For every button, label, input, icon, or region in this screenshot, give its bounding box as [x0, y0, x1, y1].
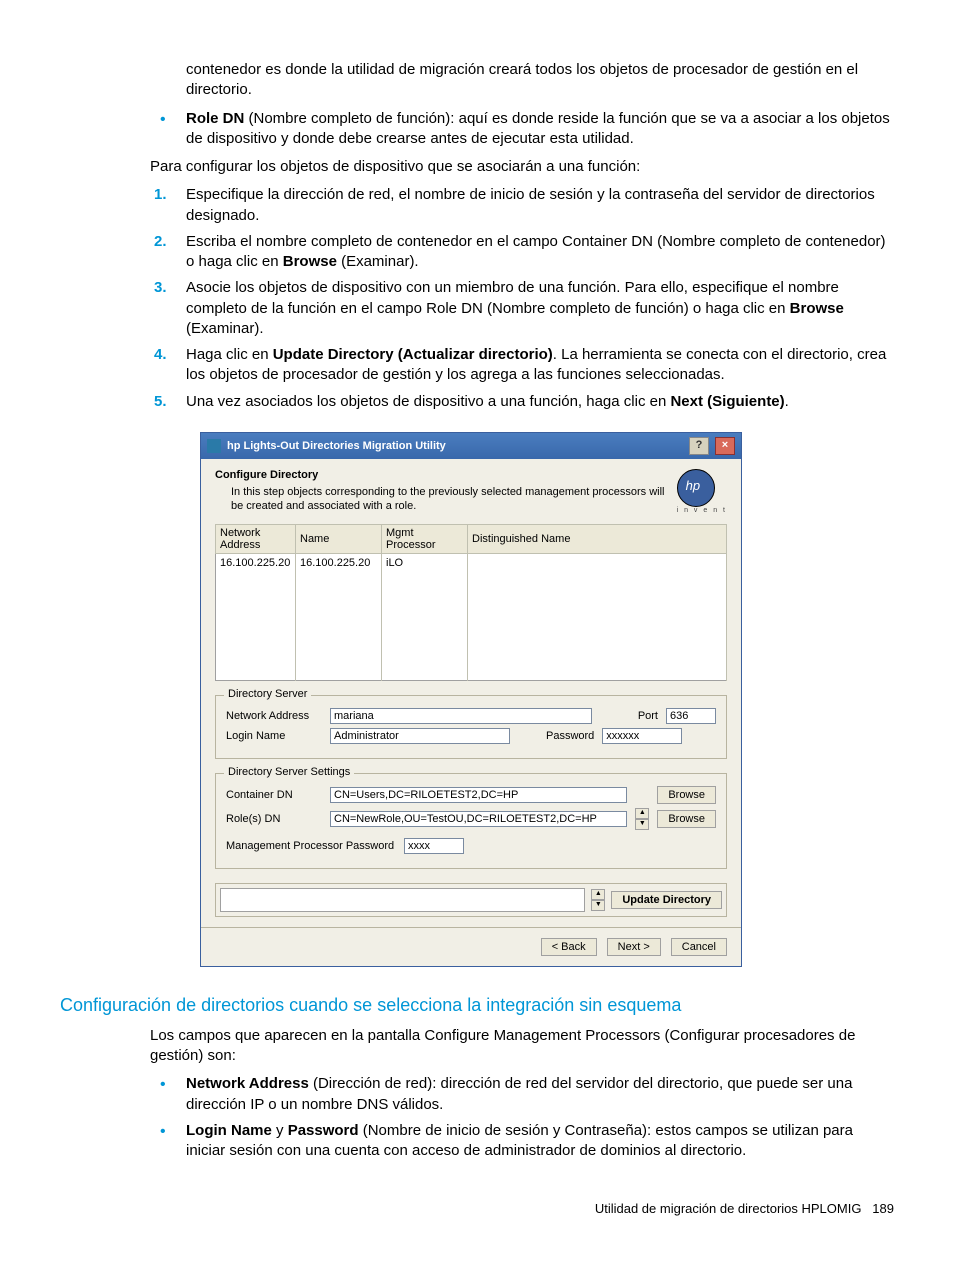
- step-3: 3.Asocie los objetos de dispositivo con …: [150, 278, 894, 339]
- col-mgmt-processor[interactable]: Mgmt Processor: [382, 524, 468, 553]
- cancel-button[interactable]: Cancel: [671, 938, 727, 956]
- bullet-role-dn: Role DN (Nombre completo de función): aq…: [150, 109, 894, 150]
- intro-paragraph: contenedor es donde la utilidad de migra…: [186, 60, 894, 101]
- chevron-down-icon[interactable]: ▼: [635, 819, 649, 830]
- bullet-login-password: Login Name y Password (Nombre de inicio …: [150, 1121, 894, 1162]
- dialog-heading: Configure Directory: [215, 469, 667, 481]
- app-icon: [207, 439, 221, 453]
- hp-invent-text: i n v e n t: [677, 507, 727, 514]
- chevron-up-icon[interactable]: ▲: [635, 808, 649, 819]
- login-name-label: Login Name: [226, 730, 322, 742]
- network-address-input[interactable]: mariana: [330, 708, 592, 724]
- section2-intro: Los campos que aparecen en la pantalla C…: [150, 1026, 894, 1067]
- col-name[interactable]: Name: [296, 524, 382, 553]
- port-input[interactable]: 636: [666, 708, 716, 724]
- network-address-label: Network Address: [226, 710, 322, 722]
- step-num-4: 4.: [154, 345, 167, 365]
- window-title: hp Lights-Out Directories Migration Util…: [227, 440, 683, 452]
- roles-spinner[interactable]: ▲ ▼: [635, 808, 649, 830]
- login-name-input[interactable]: Administrator: [330, 728, 510, 744]
- password-label: Password: [546, 730, 594, 742]
- titlebar: hp Lights-Out Directories Migration Util…: [201, 433, 741, 459]
- back-button[interactable]: < Back: [541, 938, 597, 956]
- log-scroll[interactable]: ▲ ▼: [591, 889, 605, 911]
- browse-roles-button[interactable]: Browse: [657, 810, 716, 828]
- page-footer: Utilidad de migración de directorios HPL…: [60, 1201, 894, 1216]
- password-input[interactable]: xxxxxx: [602, 728, 682, 744]
- cell-dn: [468, 553, 727, 572]
- step-1: 1.Especifique la dirección de red, el no…: [150, 185, 894, 226]
- roles-dn-label: Role(s) DN: [226, 813, 322, 825]
- status-log: [220, 888, 585, 912]
- migration-utility-dialog: hp Lights-Out Directories Migration Util…: [200, 432, 742, 967]
- bullet-network-address: Network Address (Dirección de red): dire…: [150, 1074, 894, 1115]
- processors-table: Network Address Name Mgmt Processor Dist…: [215, 524, 727, 681]
- next-button[interactable]: Next >: [607, 938, 661, 956]
- container-dn-label: Container DN: [226, 789, 322, 801]
- col-distinguished-name[interactable]: Distinguished Name: [468, 524, 727, 553]
- directory-server-group: Directory Server Network Address mariana…: [215, 695, 727, 759]
- roles-dn-input[interactable]: CN=NewRole,OU=TestOU,DC=RILOETEST2,DC=HP: [330, 811, 627, 827]
- page-number: 189: [872, 1201, 894, 1216]
- chevron-down-icon[interactable]: ▼: [591, 900, 605, 911]
- step-2: 2.Escriba el nombre completo de contened…: [150, 232, 894, 273]
- step-num-2: 2.: [154, 232, 167, 252]
- table-row[interactable]: 16.100.225.20 16.100.225.20 iLO: [216, 553, 727, 572]
- directory-server-label: Directory Server: [224, 688, 311, 700]
- close-button[interactable]: ×: [715, 437, 735, 455]
- step-4: 4.Haga clic en Update Directory (Actuali…: [150, 345, 894, 386]
- mgmt-processor-password-input[interactable]: xxxx: [404, 838, 464, 854]
- help-button[interactable]: ?: [689, 437, 709, 455]
- update-directory-button[interactable]: Update Directory: [611, 891, 722, 909]
- directory-server-settings-label: Directory Server Settings: [224, 766, 354, 778]
- step-num-5: 5.: [154, 392, 167, 412]
- browse-container-button[interactable]: Browse: [657, 786, 716, 804]
- config-intro: Para configurar los objetos de dispositi…: [150, 157, 894, 177]
- dialog-description: In this step objects corresponding to th…: [231, 485, 667, 514]
- cell-addr: 16.100.225.20: [216, 553, 296, 572]
- footer-text: Utilidad de migración de directorios HPL…: [595, 1201, 862, 1216]
- chevron-up-icon[interactable]: ▲: [591, 889, 605, 900]
- step-num-3: 3.: [154, 278, 167, 298]
- step-num-1: 1.: [154, 185, 167, 205]
- container-dn-input[interactable]: CN=Users,DC=RILOETEST2,DC=HP: [330, 787, 627, 803]
- cell-proc: iLO: [382, 553, 468, 572]
- port-label: Port: [638, 710, 658, 722]
- cell-name: 16.100.225.20: [296, 553, 382, 572]
- directory-server-settings-group: Directory Server Settings Container DN C…: [215, 773, 727, 869]
- step-5: 5.Una vez asociados los objetos de dispo…: [150, 392, 894, 412]
- role-dn-term: Role DN: [186, 110, 244, 127]
- mgmt-processor-password-label: Management Processor Password: [226, 840, 396, 852]
- role-dn-text: (Nombre completo de función): aquí es do…: [186, 110, 890, 147]
- section-heading-schema-free: Configuración de directorios cuando se s…: [60, 995, 894, 1016]
- hp-logo-icon: [677, 469, 715, 507]
- col-network-address[interactable]: Network Address: [216, 524, 296, 553]
